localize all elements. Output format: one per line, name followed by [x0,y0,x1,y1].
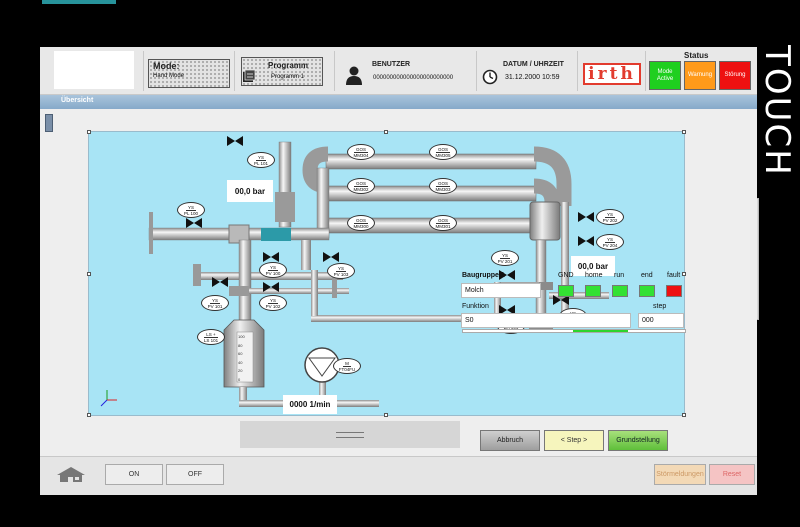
footer-bar: ON OFF Störmeldungen Reset [40,456,757,495]
home-position-button[interactable]: Grundstellung [608,430,668,451]
led-run [612,285,628,297]
tag-pv202[interactable]: YS PV 202 [596,209,624,225]
tag-pv103[interactable]: YS PV 103 [327,263,355,279]
function-label: Funktion [462,303,489,310]
program-title: Programm [268,61,309,70]
tag-mm302[interactable]: GOS MM302 [347,178,375,194]
tag-pv101[interactable]: YS PV 101 [201,295,229,311]
tag-mm305[interactable]: GOS MM305 [429,144,457,160]
led-end [639,285,655,297]
tag-pv102[interactable]: YS PV 102 [259,295,287,311]
tag-ft04fu[interactable]: M FT04FU [333,358,361,374]
program-value: Programm 1 [271,74,305,80]
hmi-frame: TOUCH Mode: Hand Mode Programm Programm … [0,0,800,527]
abort-button[interactable]: Abbruch [480,430,540,451]
reset-button[interactable]: Reset [709,464,755,485]
led-label-end: end [641,272,653,279]
tag-mm304[interactable]: GOS MM304 [347,144,375,160]
led-gnd [558,285,574,297]
mode-value: Hand Mode [153,73,185,79]
home-icon[interactable] [56,466,86,482]
on-button[interactable]: ON [105,464,163,485]
user-label: BENUTZER [372,61,411,68]
overview-tab-label[interactable]: Übersicht [61,97,93,104]
baugruppe-name-field[interactable]: Molch [461,283,541,298]
company-logo: irth [583,63,641,85]
baugruppe-progress-bar [462,329,686,333]
customer-logo-area [54,51,134,89]
header-bar: Mode: Hand Mode Programm Programm 1 BENU… [40,47,757,95]
user-icon [346,66,362,85]
tag-ls101[interactable]: LS + LS 101 [197,329,225,345]
status-title: Status [684,51,709,60]
tag-pl100[interactable]: YS PL 100 [177,202,205,218]
led-label-gnd: GND [558,272,574,279]
led-home [585,285,601,297]
function-field[interactable]: S0 [461,313,631,328]
user-value: 000000000000000000000000 [373,75,454,81]
led-label-run: run [614,272,625,279]
pump-speed-display: 0000 1/min [283,395,337,414]
led-fault [666,285,682,297]
tag-mm301[interactable]: GOS MM301 [429,215,457,231]
bezel-accent [42,0,116,4]
datetime-label: DATUM / UHRZEIT [503,61,564,68]
tank-level-scale: 100 80 60 40 20 0 [238,334,245,382]
clock-icon [482,69,498,85]
tag-pl101[interactable]: YS PL 101 [247,152,275,168]
bottom-swipe-handle[interactable] [240,421,460,448]
tag-mm303[interactable]: GOS MM303 [429,178,457,194]
status-mode-active[interactable]: Mode Active [649,61,681,90]
off-button[interactable]: OFF [166,464,224,485]
step-label: step [653,303,667,310]
step-field[interactable]: 000 [638,313,684,328]
step-button[interactable]: < Step > [544,430,604,451]
led-label-home: home [585,272,603,279]
tag-pv201[interactable]: YS PV 201 [491,250,519,266]
tag-pv204[interactable]: YS PV 204 [596,234,624,250]
mode-label: Mode: [153,61,180,71]
touch-brand-label: TOUCH [757,45,798,177]
datetime-value: 31.12.2000 10:59 [505,74,560,81]
status-warning[interactable]: Warnung [684,61,716,90]
alarm-messages-button[interactable]: Störmeldungen [654,464,706,485]
status-fault[interactable]: Störung [719,61,751,90]
program-icon [243,70,256,82]
tag-pv100[interactable]: YS PV 100 [259,262,287,278]
overview-tab-bar: Übersicht [40,95,757,109]
pressure-display-1: 00,0 bar [227,180,273,202]
baugruppe-title: Baugruppe 1 [462,272,505,279]
led-label-fault: fault [667,272,681,279]
tag-mm300[interactable]: GOS MM300 [347,215,375,231]
scroll-handle[interactable] [45,114,53,132]
